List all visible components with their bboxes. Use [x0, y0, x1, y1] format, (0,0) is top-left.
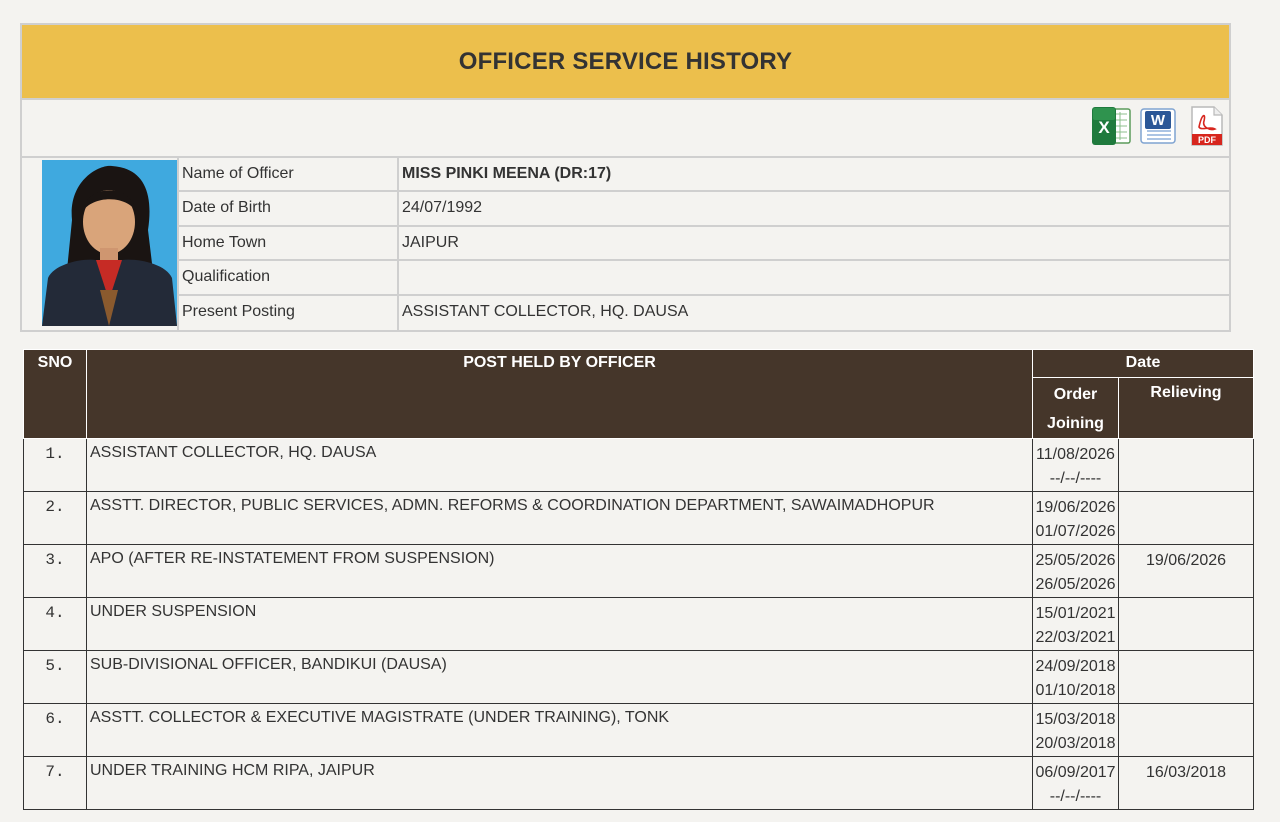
svg-text:W: W: [1151, 112, 1166, 129]
row-sno: 6.: [23, 703, 87, 757]
row-dates: 24/09/2018 01/10/2018: [1032, 650, 1119, 704]
svg-text:PDF: PDF: [1198, 135, 1217, 145]
table-row: 6. ASSTT. COLLECTOR & EXECUTIVE MAGISTRA…: [23, 703, 1254, 757]
table-row: 2. ASSTT. DIRECTOR, PUBLIC SERVICES, ADM…: [23, 491, 1254, 545]
row-dates: 15/03/2018 20/03/2018: [1032, 703, 1119, 757]
field-row-qualification: Qualification: [179, 261, 1229, 296]
officer-name: MISS PINKI MEENA (DR:17): [402, 165, 612, 182]
field-label: Name of Officer: [179, 158, 399, 191]
row-relieving: 19/06/2026: [1118, 544, 1254, 598]
row-relieving: [1118, 650, 1254, 704]
row-relieving: [1118, 597, 1254, 651]
order-date: 15/01/2021: [1035, 605, 1116, 622]
officer-fields: Name of Officer MISS PINKI MEENA (DR:17)…: [179, 158, 1229, 330]
row-dates: 11/08/2026 --/--/----: [1032, 438, 1119, 492]
table-row: 3. APO (AFTER RE-INSTATEMENT FROM SUSPEN…: [23, 544, 1254, 598]
row-relieving: [1118, 703, 1254, 757]
officer-qualification: [399, 261, 1229, 293]
page-header: OFFICER SERVICE HISTORY: [22, 25, 1229, 100]
row-sno: 1.: [23, 438, 87, 492]
header-relieving: Relieving: [1118, 377, 1254, 439]
field-label: Present Posting: [179, 295, 399, 330]
joining-date: --/--/----: [1049, 788, 1102, 805]
officer-dob: 24/07/1992: [402, 199, 483, 217]
order-date: 24/09/2018: [1035, 658, 1116, 675]
row-sno: 5.: [23, 650, 87, 704]
row-dates: 25/05/2026 26/05/2026: [1032, 544, 1119, 598]
row-post: SUB-DIVISIONAL OFFICER, BANDIKUI (DAUSA): [86, 650, 1033, 704]
row-relieving: 16/03/2018: [1118, 756, 1254, 810]
word-icon: W: [1140, 108, 1176, 144]
field-row-posting: Present Posting ASSISTANT COLLECTOR, HQ.…: [179, 295, 1229, 330]
row-post: UNDER SUSPENSION: [86, 597, 1033, 651]
table-row: 7. UNDER TRAINING HCM RIPA, JAIPUR 06/09…: [23, 756, 1254, 810]
row-dates: 15/01/2021 22/03/2021: [1032, 597, 1119, 651]
field-label: Home Town: [179, 226, 399, 260]
page-title: OFFICER SERVICE HISTORY: [458, 47, 793, 75]
table-row: 5. SUB-DIVISIONAL OFFICER, BANDIKUI (DAU…: [23, 650, 1254, 704]
field-label: Date of Birth: [179, 192, 399, 225]
row-sno: 7.: [23, 756, 87, 810]
row-post: ASSISTANT COLLECTOR, HQ. DAUSA: [86, 438, 1033, 492]
export-toolbar: X W PDF: [22, 100, 1229, 158]
row-relieving: [1118, 491, 1254, 545]
row-sno: 2.: [23, 491, 87, 545]
svg-text:X: X: [1098, 118, 1110, 137]
row-dates: 19/06/2026 01/07/2026: [1032, 491, 1119, 545]
order-date: 11/08/2026: [1036, 446, 1115, 463]
row-post: ASSTT. COLLECTOR & EXECUTIVE MAGISTRATE …: [86, 703, 1033, 757]
row-sno: 3.: [23, 544, 87, 598]
officer-info: Name of Officer MISS PINKI MEENA (DR:17)…: [22, 158, 1229, 330]
field-row-name: Name of Officer MISS PINKI MEENA (DR:17): [179, 158, 1229, 193]
joining-date: 26/05/2026: [1035, 576, 1116, 593]
field-row-hometown: Home Town JAIPUR: [179, 226, 1229, 262]
order-date: 15/03/2018: [1035, 711, 1116, 728]
row-post: ASSTT. DIRECTOR, PUBLIC SERVICES, ADMN. …: [86, 491, 1033, 545]
export-excel-button[interactable]: X: [1090, 105, 1132, 147]
row-post: APO (AFTER RE-INSTATEMENT FROM SUSPENSIO…: [86, 544, 1033, 598]
excel-icon: X: [1092, 107, 1131, 145]
officer-posting: ASSISTANT COLLECTOR, HQ. DAUSA: [402, 302, 689, 320]
joining-date: 01/10/2018: [1035, 682, 1116, 699]
row-post: UNDER TRAINING HCM RIPA, JAIPUR: [86, 756, 1033, 810]
row-sno: 4.: [23, 597, 87, 651]
table-body: 1. ASSISTANT COLLECTOR, HQ. DAUSA 11/08/…: [23, 438, 1254, 810]
officer-photo: [42, 160, 177, 326]
field-label: Qualification: [179, 261, 399, 294]
order-date: 06/09/2017: [1035, 764, 1116, 781]
joining-date: 20/03/2018: [1035, 735, 1116, 752]
header-sno: SNO: [23, 349, 87, 439]
table-header: SNO POST HELD BY OFFICER Date Order Join…: [23, 349, 1254, 439]
joining-date: --/--/----: [1049, 470, 1102, 487]
service-history-table: SNO POST HELD BY OFFICER Date Order Join…: [23, 349, 1254, 810]
officer-hometown: JAIPUR: [402, 233, 459, 251]
order-date: 19/06/2026: [1035, 499, 1116, 516]
row-relieving: [1118, 438, 1254, 492]
header-date: Date: [1032, 349, 1254, 378]
pdf-icon: PDF: [1191, 106, 1223, 146]
header-post: POST HELD BY OFFICER: [86, 349, 1033, 439]
header-order-joining: Order Joining: [1032, 377, 1119, 439]
table-row: 1. ASSISTANT COLLECTOR, HQ. DAUSA 11/08/…: [23, 438, 1254, 492]
photo-cell: [22, 158, 179, 330]
order-date: 25/05/2026: [1035, 552, 1116, 569]
row-dates: 06/09/2017 --/--/----: [1032, 756, 1119, 810]
export-pdf-button[interactable]: PDF: [1188, 105, 1224, 147]
joining-date: 01/07/2026: [1035, 523, 1116, 540]
table-row: 4. UNDER SUSPENSION 15/01/2021 22/03/2021: [23, 597, 1254, 651]
export-word-button[interactable]: W: [1137, 105, 1179, 147]
officer-card: OFFICER SERVICE HISTORY X W PDF Name of …: [20, 23, 1231, 332]
joining-date: 22/03/2021: [1035, 629, 1116, 646]
field-row-dob: Date of Birth 24/07/1992: [179, 192, 1229, 227]
